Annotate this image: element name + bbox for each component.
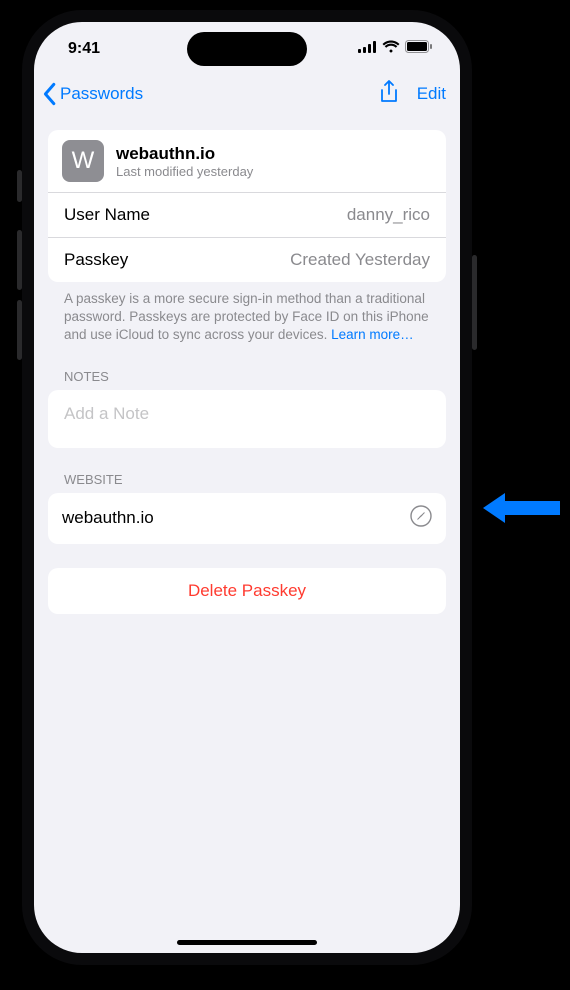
safari-icon[interactable]	[410, 505, 432, 532]
card-header: W webauthn.io Last modified yesterday	[48, 130, 446, 193]
learn-more-link[interactable]: Learn more…	[331, 327, 414, 342]
dynamic-island	[187, 32, 307, 66]
home-indicator[interactable]	[177, 940, 317, 945]
passkey-explainer: A passkey is a more secure sign-in metho…	[48, 282, 446, 363]
notes-section-header: NOTES	[48, 363, 446, 390]
edit-button[interactable]: Edit	[417, 84, 446, 104]
username-value: danny_rico	[347, 205, 430, 225]
site-title: webauthn.io	[116, 144, 253, 164]
notes-input[interactable]: Add a Note	[48, 390, 446, 448]
mute-switch	[17, 170, 22, 202]
account-card: W webauthn.io Last modified yesterday Us…	[48, 130, 446, 282]
cellular-icon	[358, 40, 377, 58]
passkey-row[interactable]: Passkey Created Yesterday	[48, 237, 446, 282]
share-button[interactable]	[379, 80, 399, 109]
website-section-header: WEBSITE	[48, 466, 446, 493]
screen: 9:41 Passwords	[34, 22, 460, 953]
status-icons	[358, 36, 432, 58]
content: W webauthn.io Last modified yesterday Us…	[34, 116, 460, 628]
volume-up-button	[17, 230, 22, 290]
status-time: 9:41	[68, 36, 100, 58]
callout-arrow	[483, 493, 560, 523]
site-icon: W	[62, 140, 104, 182]
website-value: webauthn.io	[62, 508, 154, 528]
volume-down-button	[17, 300, 22, 360]
passkey-value: Created Yesterday	[290, 250, 430, 270]
share-icon	[379, 80, 399, 104]
back-button[interactable]: Passwords	[40, 82, 143, 106]
passkey-label: Passkey	[64, 250, 128, 270]
battery-icon	[405, 40, 432, 58]
phone-frame: 9:41 Passwords	[22, 10, 472, 965]
website-row[interactable]: webauthn.io	[48, 493, 446, 544]
nav-bar: Passwords Edit	[34, 72, 460, 116]
chevron-left-icon	[40, 82, 58, 106]
site-subtitle: Last modified yesterday	[116, 164, 253, 179]
side-button	[472, 255, 477, 350]
wifi-icon	[382, 40, 400, 58]
username-row[interactable]: User Name danny_rico	[48, 193, 446, 237]
username-label: User Name	[64, 205, 150, 225]
delete-passkey-button[interactable]: Delete Passkey	[48, 568, 446, 614]
back-label: Passwords	[60, 84, 143, 104]
